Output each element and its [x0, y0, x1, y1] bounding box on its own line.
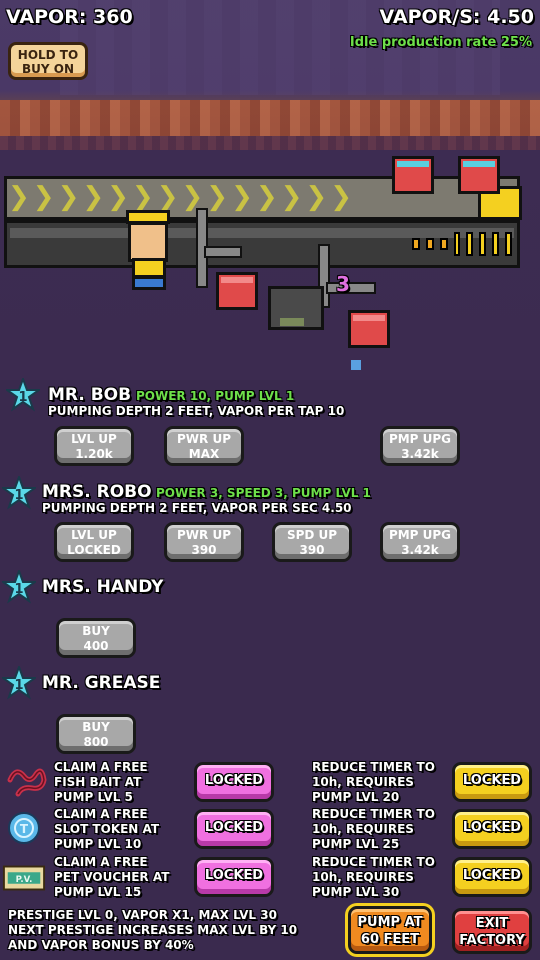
star-level-icon: 1	[2, 570, 36, 604]
pump-prestige-button[interactable]: PUMP AT 60 FEET	[348, 906, 432, 954]
button-cost: LOCKED	[67, 543, 121, 557]
timer-locked-button[interactable]: LOCKED	[452, 809, 532, 849]
prestige-line: NEXT PRESTIGE INCREASES MAX LVL BY 10	[8, 923, 298, 937]
worker-shirt	[132, 258, 166, 278]
star-level-icon: 1	[2, 666, 36, 700]
bucket-icon	[392, 156, 434, 194]
button-cost: MAX	[188, 447, 220, 461]
worker-stats: POWER 3, SPEED 3, PUMP LVL 1	[156, 486, 371, 500]
hold-to-buy-toggle[interactable]: HOLD TO BUY ON	[8, 42, 88, 80]
worker-stats: POWER 10, PUMP LVL 1	[136, 389, 295, 403]
reduce-timer-text: REDUCE TIMER TO 10h, REQUIRES PUMP LVL 3…	[312, 855, 435, 899]
vapor-total: VAPOR: 360	[6, 6, 133, 28]
timer-locked-button[interactable]: LOCKED	[452, 762, 532, 802]
button-cost: 3.42k	[401, 447, 439, 461]
worker-name: MR. BOB	[48, 385, 132, 405]
reduce-timer-text: REDUCE TIMER TO 10h, REQUIRES PUMP LVL 2…	[312, 807, 435, 851]
claim-reward-text: CLAIM A FREE SLOT TOKEN AT PUMP LVL 10	[54, 807, 160, 851]
star-level-text: 1	[14, 488, 23, 503]
pump-upgrade-button[interactable]: PMP UPG 3.42k	[380, 522, 460, 562]
claim-locked-button[interactable]: LOCKED	[194, 857, 274, 897]
hold-label-line2: BUY ON	[21, 62, 74, 76]
star-level-text: 1	[14, 678, 23, 693]
claim-reward-text: CLAIM A FREE FISH BAIT AT PUMP LVL 5	[54, 760, 148, 804]
button-cost: 800	[83, 735, 109, 749]
pump-upgrade-button[interactable]: PMP UPG 3.42k	[380, 426, 460, 466]
conveyor-lights	[412, 232, 513, 256]
timer-locked-button[interactable]: LOCKED	[452, 857, 532, 897]
button-label: PMP UPG	[388, 432, 452, 446]
star-level-text: 1	[14, 582, 23, 597]
button-label: PMP UPG	[388, 528, 452, 542]
slot-token-icon: T	[8, 812, 40, 844]
worker-description: PUMPING DEPTH 2 FEET, VAPOR PER SEC 4.50	[42, 501, 352, 515]
button-label: PUMP AT	[357, 915, 423, 930]
worm-bait-icon	[7, 768, 47, 797]
speed-up-button[interactable]: SPD UP 390	[272, 522, 352, 562]
idle-production-rate: Idle production rate 25%	[349, 35, 532, 50]
prestige-line: AND VAPOR BONUS BY 40%	[8, 938, 194, 952]
button-cost: 3.42k	[401, 543, 439, 557]
worker-name: MRS. ROBO	[42, 482, 152, 502]
power-up-button[interactable]: PWR UP 390	[164, 522, 244, 562]
robot-display	[280, 318, 304, 326]
bucket-icon	[348, 310, 390, 348]
svg-text:T: T	[20, 822, 29, 836]
star-level-icon: 1	[2, 476, 36, 510]
worker-mr-bob-head[interactable]	[128, 222, 168, 262]
button-label: SPD UP	[286, 528, 338, 542]
button-label: PWR UP	[177, 528, 231, 542]
claim-locked-button[interactable]: LOCKED	[194, 762, 274, 802]
prestige-info: PRESTIGE LVL 0, VAPOR X1, MAX LVL 30 NEX…	[8, 908, 297, 953]
power-up-button[interactable]: PWR UP MAX	[164, 426, 244, 466]
claim-reward-text: CLAIM A FREE PET VOUCHER AT PUMP LVL 15	[54, 855, 170, 899]
vapor-per-second: VAPOR/S: 4.50	[379, 6, 534, 28]
worker-description: PUMPING DEPTH 2 FEET, VAPOR PER TAP 10	[48, 404, 345, 418]
button-label: BUY	[82, 624, 110, 638]
exit-factory-button[interactable]: EXIT FACTORY	[452, 908, 532, 954]
button-label: EXIT	[475, 916, 509, 931]
pump-pipe	[326, 282, 376, 294]
button-label: LVL UP	[71, 528, 117, 542]
button-cost: 390	[299, 543, 325, 557]
svg-text:P.V.: P.V.	[16, 875, 33, 885]
level-up-button[interactable]: LVL UP LOCKED	[54, 522, 134, 562]
level-up-button[interactable]: LVL UP 1.20k	[54, 426, 134, 466]
buy-worker-button[interactable]: BUY 400	[56, 618, 136, 658]
bucket-icon	[458, 156, 500, 194]
hold-label-line1: HOLD TO	[17, 48, 79, 62]
pet-voucher-icon: P.V.	[2, 865, 46, 891]
dirt-layer	[0, 100, 540, 136]
button-cost: 1.20k	[75, 447, 113, 461]
worker-name: MR. GREASE	[42, 673, 161, 693]
pump-pipe	[204, 246, 242, 258]
button-label: 60 FEET	[360, 932, 420, 947]
prestige-line: PRESTIGE LVL 0, VAPOR X1, MAX LVL 30	[8, 908, 277, 922]
dirt-layer-lower	[0, 136, 540, 150]
worker-legs	[132, 276, 166, 290]
vapor-drop-icon	[351, 360, 361, 370]
star-level-icon: 1	[6, 378, 40, 412]
button-label: LVL UP	[71, 432, 117, 446]
buy-worker-button[interactable]: BUY 800	[56, 714, 136, 754]
star-level-text: 1	[18, 390, 27, 405]
claim-locked-button[interactable]: LOCKED	[194, 809, 274, 849]
button-cost: 400	[83, 639, 109, 653]
button-label: PWR UP	[177, 432, 231, 446]
button-label: FACTORY	[459, 933, 525, 948]
reduce-timer-text: REDUCE TIMER TO 10h, REQUIRES PUMP LVL 2…	[312, 760, 435, 804]
worker-name: MRS. HANDY	[42, 577, 164, 597]
button-label: BUY	[82, 720, 110, 734]
robot-count-label: 3	[336, 272, 350, 296]
bucket-icon	[216, 272, 258, 310]
button-cost: 390	[191, 543, 217, 557]
